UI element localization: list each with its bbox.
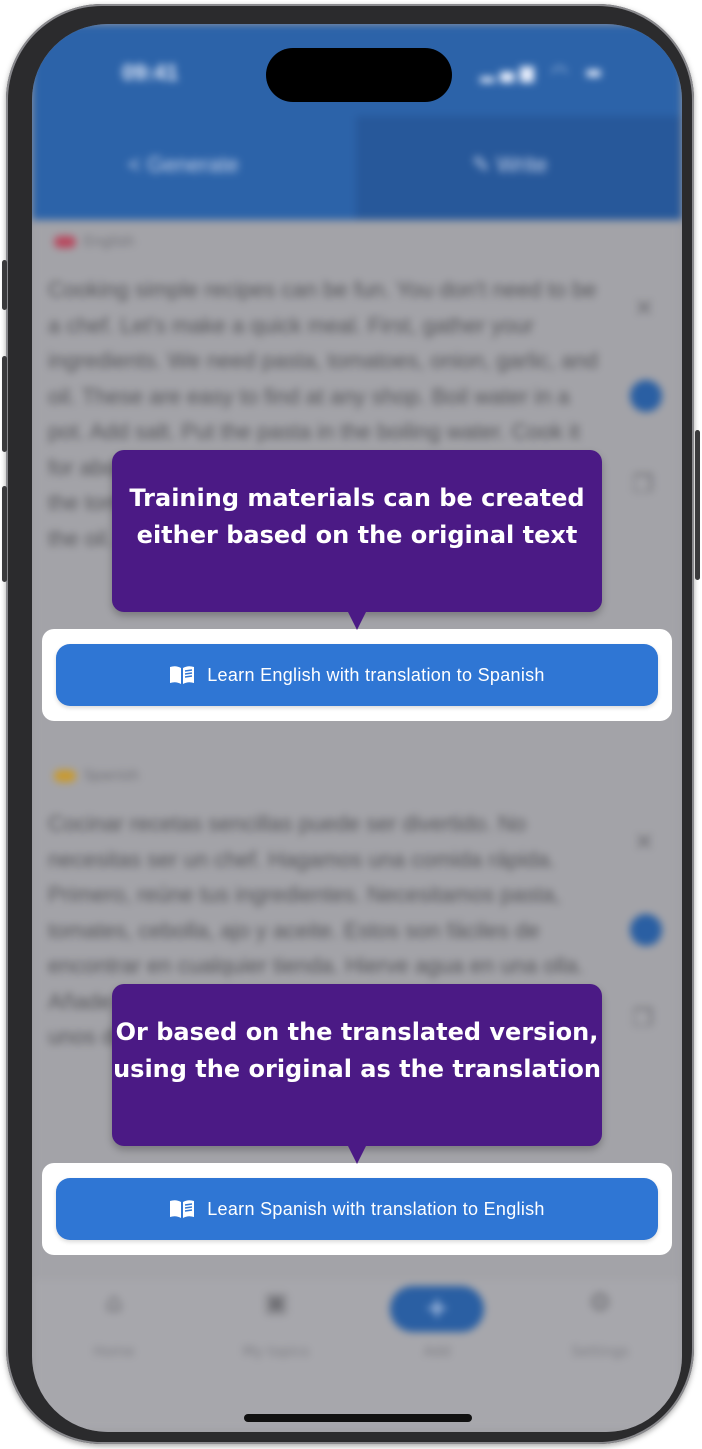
- gear-icon[interactable]: ⚙: [540, 1288, 660, 1318]
- tooltip-text: Or based on the translated version, usin…: [113, 1018, 601, 1083]
- language-name: Spanish: [84, 768, 140, 784]
- tooltip-arrow: [348, 612, 366, 630]
- topics-icon[interactable]: ▣: [216, 1288, 336, 1318]
- add-button[interactable]: +: [390, 1286, 484, 1332]
- learn-english-button[interactable]: Learn English with translation to Spanis…: [56, 644, 658, 706]
- english-language-label: English: [54, 234, 135, 250]
- tab-generate[interactable]: < Generate: [128, 152, 239, 178]
- copy-icon[interactable]: ❐: [632, 1004, 654, 1032]
- tab-my-topics-label[interactable]: My topics: [216, 1344, 336, 1360]
- tooltip-translated-text: Or based on the translated version, usin…: [112, 984, 602, 1164]
- home-indicator: [244, 1414, 472, 1422]
- learn-spanish-label: Learn Spanish with translation to Englis…: [207, 1198, 545, 1219]
- close-icon[interactable]: ✕: [634, 828, 654, 856]
- book-icon: [170, 1200, 195, 1218]
- volume-up-button: [2, 356, 7, 452]
- tooltip-text: Training materials can be created either…: [129, 484, 585, 549]
- tooltip-original-text: Training materials can be created either…: [112, 450, 602, 630]
- copy-icon[interactable]: ❐: [632, 470, 654, 498]
- volume-down-button: [2, 486, 7, 582]
- dynamic-island: [266, 48, 452, 102]
- learn-spanish-button[interactable]: Learn Spanish with translation to Englis…: [56, 1178, 658, 1240]
- book-icon: [170, 666, 195, 684]
- status-icons: ▂▄▆ ◠ ▬: [480, 62, 608, 83]
- status-time: 09:41: [122, 60, 179, 85]
- learn-english-label: Learn English with translation to Spanis…: [207, 664, 545, 685]
- play-icon[interactable]: [630, 914, 662, 946]
- tab-settings-label[interactable]: Settings: [540, 1344, 660, 1360]
- tab-home-label[interactable]: Home: [54, 1344, 174, 1360]
- spanish-language-label: Spanish: [54, 768, 139, 784]
- uk-flag-icon: [54, 236, 76, 248]
- play-icon[interactable]: [630, 380, 662, 412]
- tab-write[interactable]: ✎ Write: [472, 152, 547, 178]
- phone-frame: 09:41 ▂▄▆ ◠ ▬ < Generate ✎ Write English…: [6, 4, 694, 1444]
- tab-add-label[interactable]: Add: [377, 1344, 497, 1360]
- spain-flag-icon: [54, 770, 76, 782]
- power-button: [695, 430, 700, 580]
- language-name: English: [84, 234, 135, 250]
- silent-switch: [2, 260, 7, 310]
- tooltip-arrow: [348, 1146, 366, 1164]
- home-icon[interactable]: ⌂: [54, 1288, 174, 1318]
- close-icon[interactable]: ✕: [634, 294, 654, 322]
- phone-screen: 09:41 ▂▄▆ ◠ ▬ < Generate ✎ Write English…: [32, 24, 682, 1432]
